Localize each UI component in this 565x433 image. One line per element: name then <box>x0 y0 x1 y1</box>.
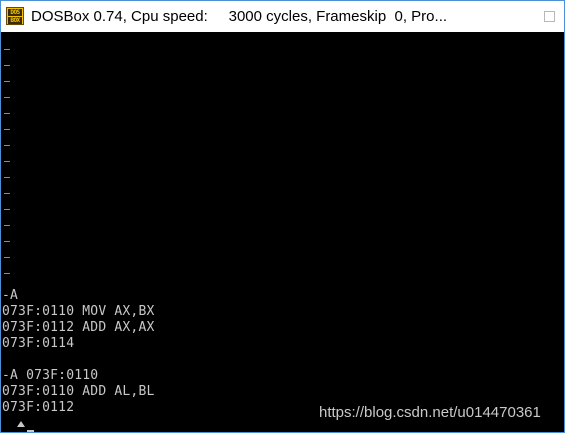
maximize-icon[interactable] <box>544 11 555 22</box>
console-line: 073F:0114 <box>2 336 75 351</box>
watermark: https://blog.csdn.net/u014470361 <box>319 404 541 421</box>
prompt-dash <box>4 225 10 226</box>
console-line: 073F:0110 MOV AX,BX <box>2 304 155 319</box>
prompt-dash <box>4 161 10 162</box>
icon-text-top: DOS <box>8 9 22 16</box>
prompt-dash <box>4 145 10 146</box>
prompt-dash <box>4 177 10 178</box>
console-line: 073F:0112 <box>2 400 75 415</box>
dosbox-window: DOS BOX DOSBox 0.74, Cpu speed: 3000 cyc… <box>0 0 565 433</box>
console-line: -A <box>2 288 19 303</box>
console-line: 073F:0110 ADD AL,BL <box>2 384 155 399</box>
prompt-dash <box>4 257 10 258</box>
mouse-pointer-icon <box>17 421 25 427</box>
prompt-dash <box>4 49 10 50</box>
prompt-dash <box>4 129 10 130</box>
console-line: 073F:0112 ADD AX,AX <box>2 320 155 335</box>
prompt-dash <box>4 193 10 194</box>
prompt-dash <box>4 97 10 98</box>
prompt-dash <box>4 273 10 274</box>
title-bar[interactable]: DOS BOX DOSBox 0.74, Cpu speed: 3000 cyc… <box>1 1 564 32</box>
prompt-dash <box>4 81 10 82</box>
prompt-dash <box>4 65 10 66</box>
prompt-dash <box>4 209 10 210</box>
prompt-dash <box>4 113 10 114</box>
dos-console[interactable]: -A 073F:0110 MOV AX,BX 073F:0112 ADD AX,… <box>1 32 564 432</box>
dosbox-icon[interactable]: DOS BOX <box>6 7 24 25</box>
console-line: -A 073F:0110 <box>2 368 99 383</box>
window-title: DOSBox 0.74, Cpu speed: 3000 cycles, Fra… <box>31 8 448 25</box>
prompt-dash <box>4 241 10 242</box>
icon-text-bottom: BOX <box>8 17 22 24</box>
text-cursor <box>27 430 34 432</box>
